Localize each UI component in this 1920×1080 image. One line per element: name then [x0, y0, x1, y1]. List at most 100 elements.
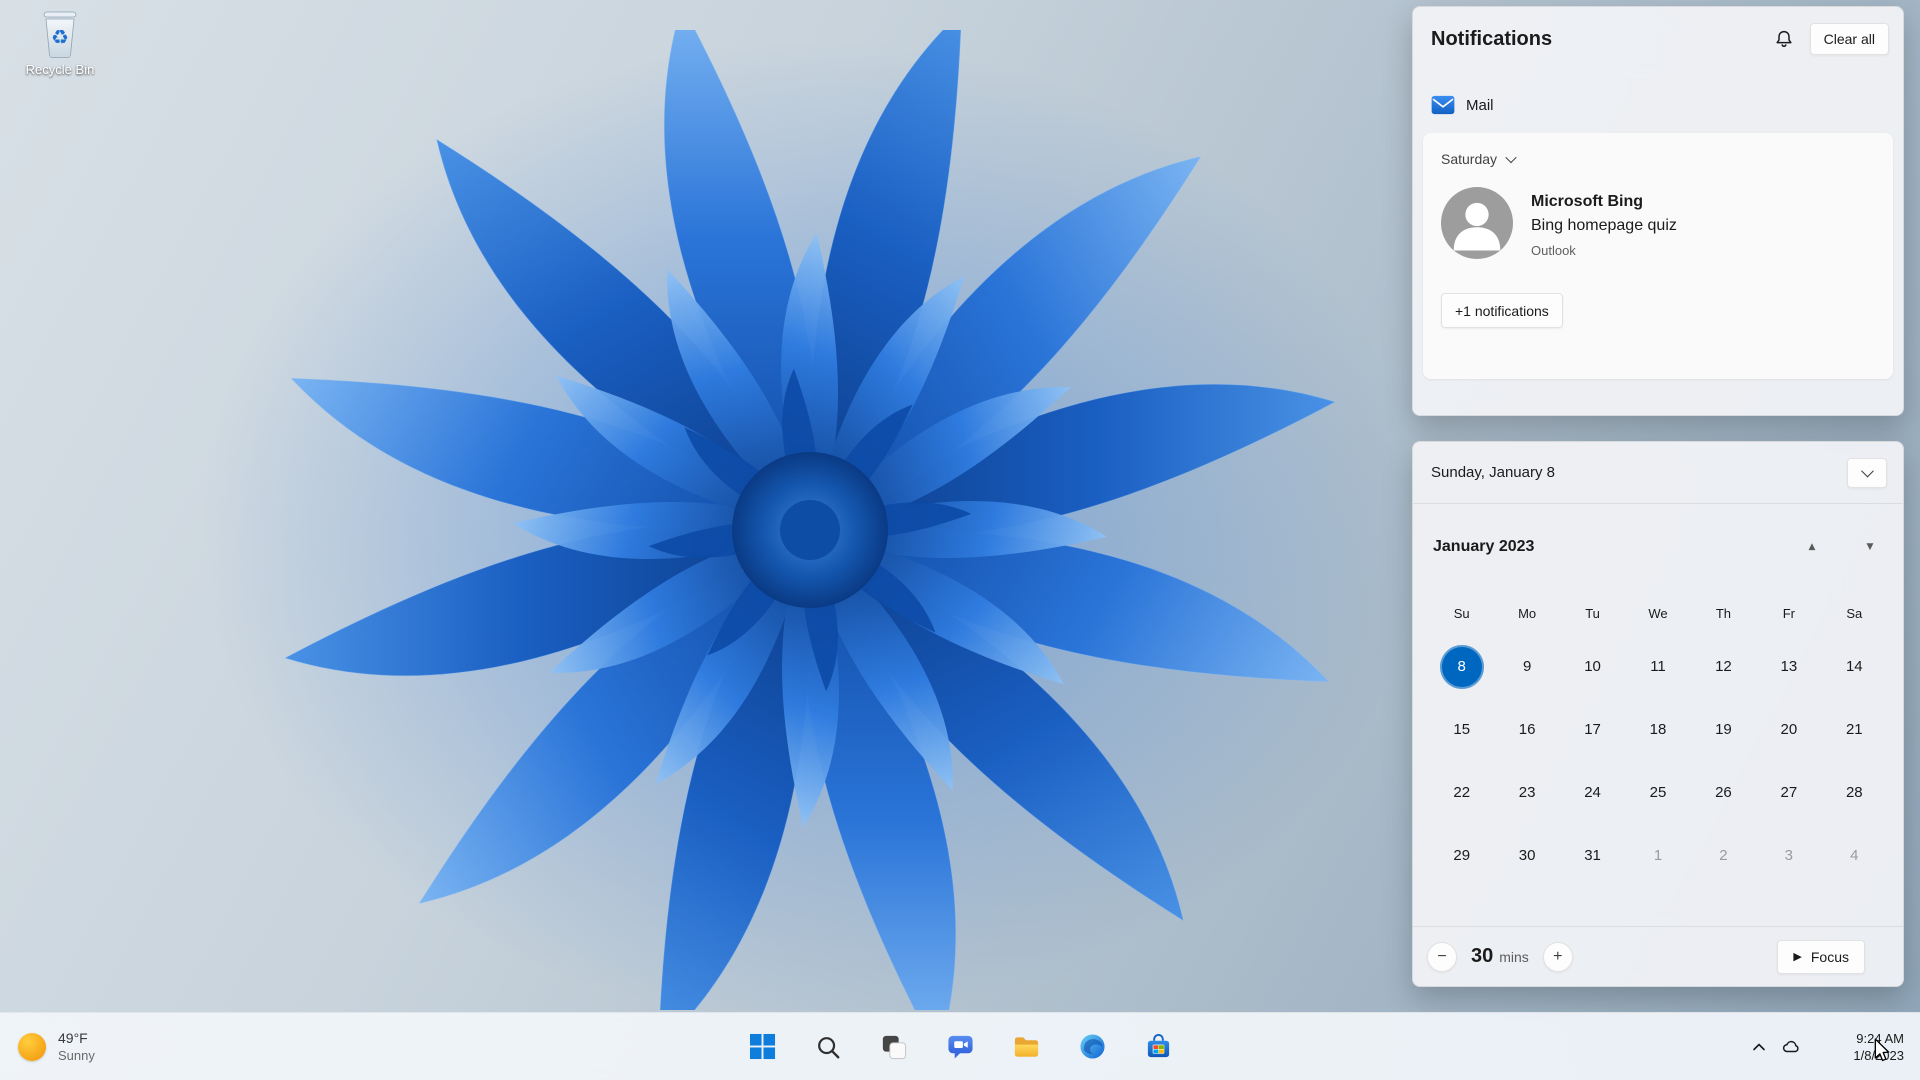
notification-day-toggle[interactable]: Saturday — [1441, 151, 1875, 167]
focus-button[interactable]: ▶ Focus — [1777, 939, 1865, 974]
calendar-day-selected[interactable]: 8 — [1439, 644, 1484, 689]
increase-duration-button[interactable]: + — [1542, 941, 1573, 972]
focus-duration: 30 mins — [1471, 945, 1529, 968]
calendar-day[interactable]: 3 — [1767, 834, 1811, 878]
notifications-panel: Notifications Clear all Mail Saturday Mi… — [1412, 6, 1904, 416]
chat-button[interactable] — [938, 1025, 982, 1069]
search-button[interactable] — [806, 1025, 850, 1069]
decrease-duration-button[interactable]: − — [1427, 941, 1457, 972]
day-of-week-label: Fr — [1782, 606, 1795, 621]
calendar-day[interactable]: 26 — [1701, 771, 1745, 815]
calendar-prev-button[interactable]: ▲ — [1795, 534, 1829, 560]
store-button[interactable] — [1136, 1025, 1180, 1069]
calendar-day[interactable]: 14 — [1832, 645, 1876, 689]
calendar-day[interactable]: 1 — [1636, 834, 1680, 878]
calendar-day[interactable]: 23 — [1505, 771, 1549, 815]
calendar-day[interactable]: 28 — [1832, 771, 1876, 815]
chevron-up-icon — [1753, 1043, 1766, 1050]
calendar-day[interactable]: 21 — [1832, 708, 1876, 752]
search-icon — [818, 1036, 840, 1058]
focus-duration-unit: mins — [1499, 949, 1529, 965]
notification-sender: Microsoft Bing — [1531, 193, 1643, 210]
mail-icon — [1431, 95, 1455, 115]
calendar-grid: 8 9 10 11 12 13 14 15 16 17 18 19 20 21 22 23 24 25 26 27 28… — [1429, 635, 1887, 887]
notification-card: Saturday Microsoft Bing Bing homepage qu… — [1423, 133, 1893, 379]
chevron-down-icon — [1860, 464, 1874, 478]
notification-settings-button[interactable] — [1768, 24, 1800, 54]
calendar-day[interactable]: 4 — [1832, 834, 1876, 878]
calendar-month-label[interactable]: January 2023 — [1433, 538, 1534, 556]
calendar-day[interactable]: 27 — [1767, 771, 1811, 815]
cloud-icon — [1783, 1040, 1799, 1052]
calendar-month-row: January 2023 ▲ ▼ — [1433, 534, 1887, 560]
chat-icon — [947, 1035, 973, 1059]
svg-text:♻: ♻ — [51, 25, 69, 49]
file-explorer-button[interactable] — [1004, 1025, 1048, 1069]
calendar-day[interactable]: 17 — [1571, 708, 1615, 752]
taskbar: 49°F Sunny 9:24 AM — [0, 1012, 1920, 1080]
notifications-header: Notifications Clear all — [1413, 7, 1903, 55]
calendar-day[interactable]: 20 — [1767, 708, 1811, 752]
avatar — [1441, 187, 1513, 259]
notification-text-block: Microsoft Bing Bing homepage quiz Outloo… — [1531, 187, 1677, 258]
calendar-day[interactable]: 19 — [1701, 708, 1745, 752]
day-of-week-label: Th — [1715, 606, 1731, 621]
calendar-day[interactable]: 2 — [1701, 834, 1745, 878]
recycle-bin[interactable]: ♻ Recycle Bin — [14, 8, 106, 77]
sun-icon — [18, 1032, 46, 1061]
notification-group-header: Mail — [1431, 95, 1903, 115]
calendar-next-button[interactable]: ▼ — [1853, 534, 1887, 560]
recycle-bin-label: Recycle Bin — [25, 62, 95, 77]
calendar-day[interactable]: 16 — [1505, 708, 1549, 752]
notification-subject: Bing homepage quiz — [1531, 217, 1677, 234]
system-tray: 9:24 AM 1/8/2023 — [1743, 1013, 1920, 1080]
task-view-button[interactable] — [872, 1025, 916, 1069]
calendar-day[interactable]: 12 — [1701, 645, 1745, 689]
calendar-day[interactable]: 29 — [1440, 834, 1484, 878]
start-button[interactable] — [740, 1025, 784, 1069]
calendar-day[interactable]: 9 — [1505, 645, 1549, 689]
calendar-day[interactable]: 13 — [1767, 645, 1811, 689]
calendar-day[interactable]: 22 — [1440, 771, 1484, 815]
calendar-collapse-button[interactable] — [1847, 457, 1887, 488]
calendar-day[interactable]: 11 — [1636, 645, 1680, 689]
edge-icon — [1079, 1034, 1105, 1059]
calendar-day[interactable]: 15 — [1440, 708, 1484, 752]
calendar-day[interactable]: 18 — [1636, 708, 1680, 752]
focus-duration-value: 30 — [1471, 945, 1494, 967]
mouse-cursor-icon — [1874, 1038, 1890, 1062]
focus-button-label: Focus — [1810, 948, 1849, 965]
notification-group-app-label: Mail — [1466, 96, 1494, 114]
quick-settings-button[interactable] — [1807, 1027, 1839, 1067]
edge-button[interactable] — [1070, 1025, 1114, 1069]
file-explorer-icon — [1014, 1037, 1038, 1057]
calendar-dow-row: Su Mo Tu We Th Fr Sa — [1429, 606, 1887, 621]
weather-condition: Sunny — [58, 1048, 95, 1063]
day-of-week-label: We — [1648, 606, 1668, 621]
weather-widget[interactable]: 49°F Sunny — [0, 1013, 113, 1080]
wallpaper-bloom — [170, 3, 1450, 1057]
calendar-header[interactable]: Sunday, January 8 — [1413, 442, 1903, 504]
notification-source-app: Outlook — [1531, 243, 1576, 258]
calendar-day[interactable]: 24 — [1571, 771, 1615, 815]
focus-session-bar: − 30 mins + ▶ Focus — [1413, 926, 1903, 986]
calendar-panel: Sunday, January 8 January 2023 ▲ ▼ Su Mo T… — [1412, 441, 1904, 987]
calendar-date-label: Sunday, January 8 — [1431, 464, 1555, 481]
wallpaper-bloom-graphic — [200, 3, 1420, 1057]
play-icon: ▶ — [1793, 950, 1802, 963]
notification-item[interactable]: Microsoft Bing Bing homepage quiz Outloo… — [1441, 187, 1875, 271]
weather-temperature: 49°F — [58, 1030, 88, 1046]
day-of-week-label: Su — [1453, 606, 1470, 621]
calendar-day[interactable]: 25 — [1636, 771, 1680, 815]
onedrive-button[interactable] — [1775, 1027, 1807, 1067]
calendar-day[interactable]: 30 — [1505, 834, 1549, 878]
calendar-day[interactable]: 10 — [1571, 645, 1615, 689]
more-notifications-button[interactable]: +1 notifications — [1441, 293, 1563, 328]
tray-overflow-button[interactable] — [1743, 1027, 1775, 1067]
day-of-week-label: Sa — [1846, 606, 1863, 621]
notification-settings-icon — [1776, 30, 1792, 47]
calendar-day[interactable]: 31 — [1571, 834, 1615, 878]
recycle-bin-icon: ♻ — [43, 11, 77, 58]
avatar-person-icon — [1453, 202, 1501, 251]
clear-all-button[interactable]: Clear all — [1809, 23, 1889, 55]
